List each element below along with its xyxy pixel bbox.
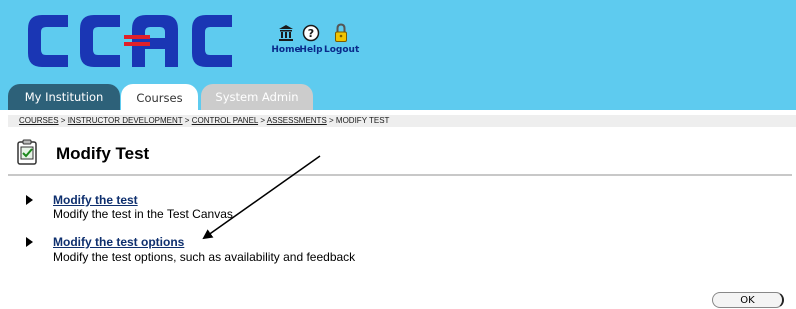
tab-my-institution[interactable]: My Institution [8,84,120,110]
tab-system-admin[interactable]: System Admin [201,84,313,110]
modify-test-options-link[interactable]: Modify the test options [53,235,184,249]
breadcrumb-separator: > [184,116,192,125]
ccac-logo [28,15,232,67]
ok-button[interactable]: OK [712,292,784,308]
breadcrumb-separator: > [60,116,68,125]
logout-link[interactable]: Logout [324,22,360,55]
institution-icon [279,25,293,41]
top-links: Home ? Help Logout [269,22,369,62]
modify-test-options-description: Modify the test options, such as availab… [53,250,356,264]
breadcrumb-courses[interactable]: COURSES [19,116,59,125]
title-divider [8,174,792,176]
ok-button-label: OK [740,294,755,306]
breadcrumb-instructor-development[interactable]: INSTRUCTOR DEVELOPMENT [68,116,183,125]
help-icon: ? [302,24,320,42]
modify-test-link[interactable]: Modify the test [53,193,138,207]
help-label: Help [299,45,323,55]
breadcrumb-separator: > [329,116,336,125]
tab-courses[interactable]: Courses [121,84,198,112]
modify-test-description: Modify the test in the Test Canvas [53,207,233,221]
padlock-icon [335,23,347,42]
tab-my-institution-label: My Institution [24,90,104,104]
breadcrumb-control-panel[interactable]: CONTROL PANEL [192,116,258,125]
tab-system-admin-label: System Admin [215,90,299,104]
help-link[interactable]: ? Help [294,22,328,55]
logout-label: Logout [324,45,360,55]
svg-text:?: ? [308,27,314,40]
header-banner: Home ? Help Logout My Institution Course… [0,0,796,112]
breadcrumb-assessments[interactable]: ASSESSMENTS [267,116,327,125]
item-arrow-icon [26,195,33,205]
page-title: Modify Test [56,144,150,163]
breadcrumb-current: MODIFY TEST [335,116,390,125]
item-arrow-icon [26,237,33,247]
checklist-icon [17,139,37,165]
breadcrumb: COURSES > INSTRUCTOR DEVELOPMENT > CONTR… [8,115,796,127]
tab-courses-label: Courses [136,91,183,105]
